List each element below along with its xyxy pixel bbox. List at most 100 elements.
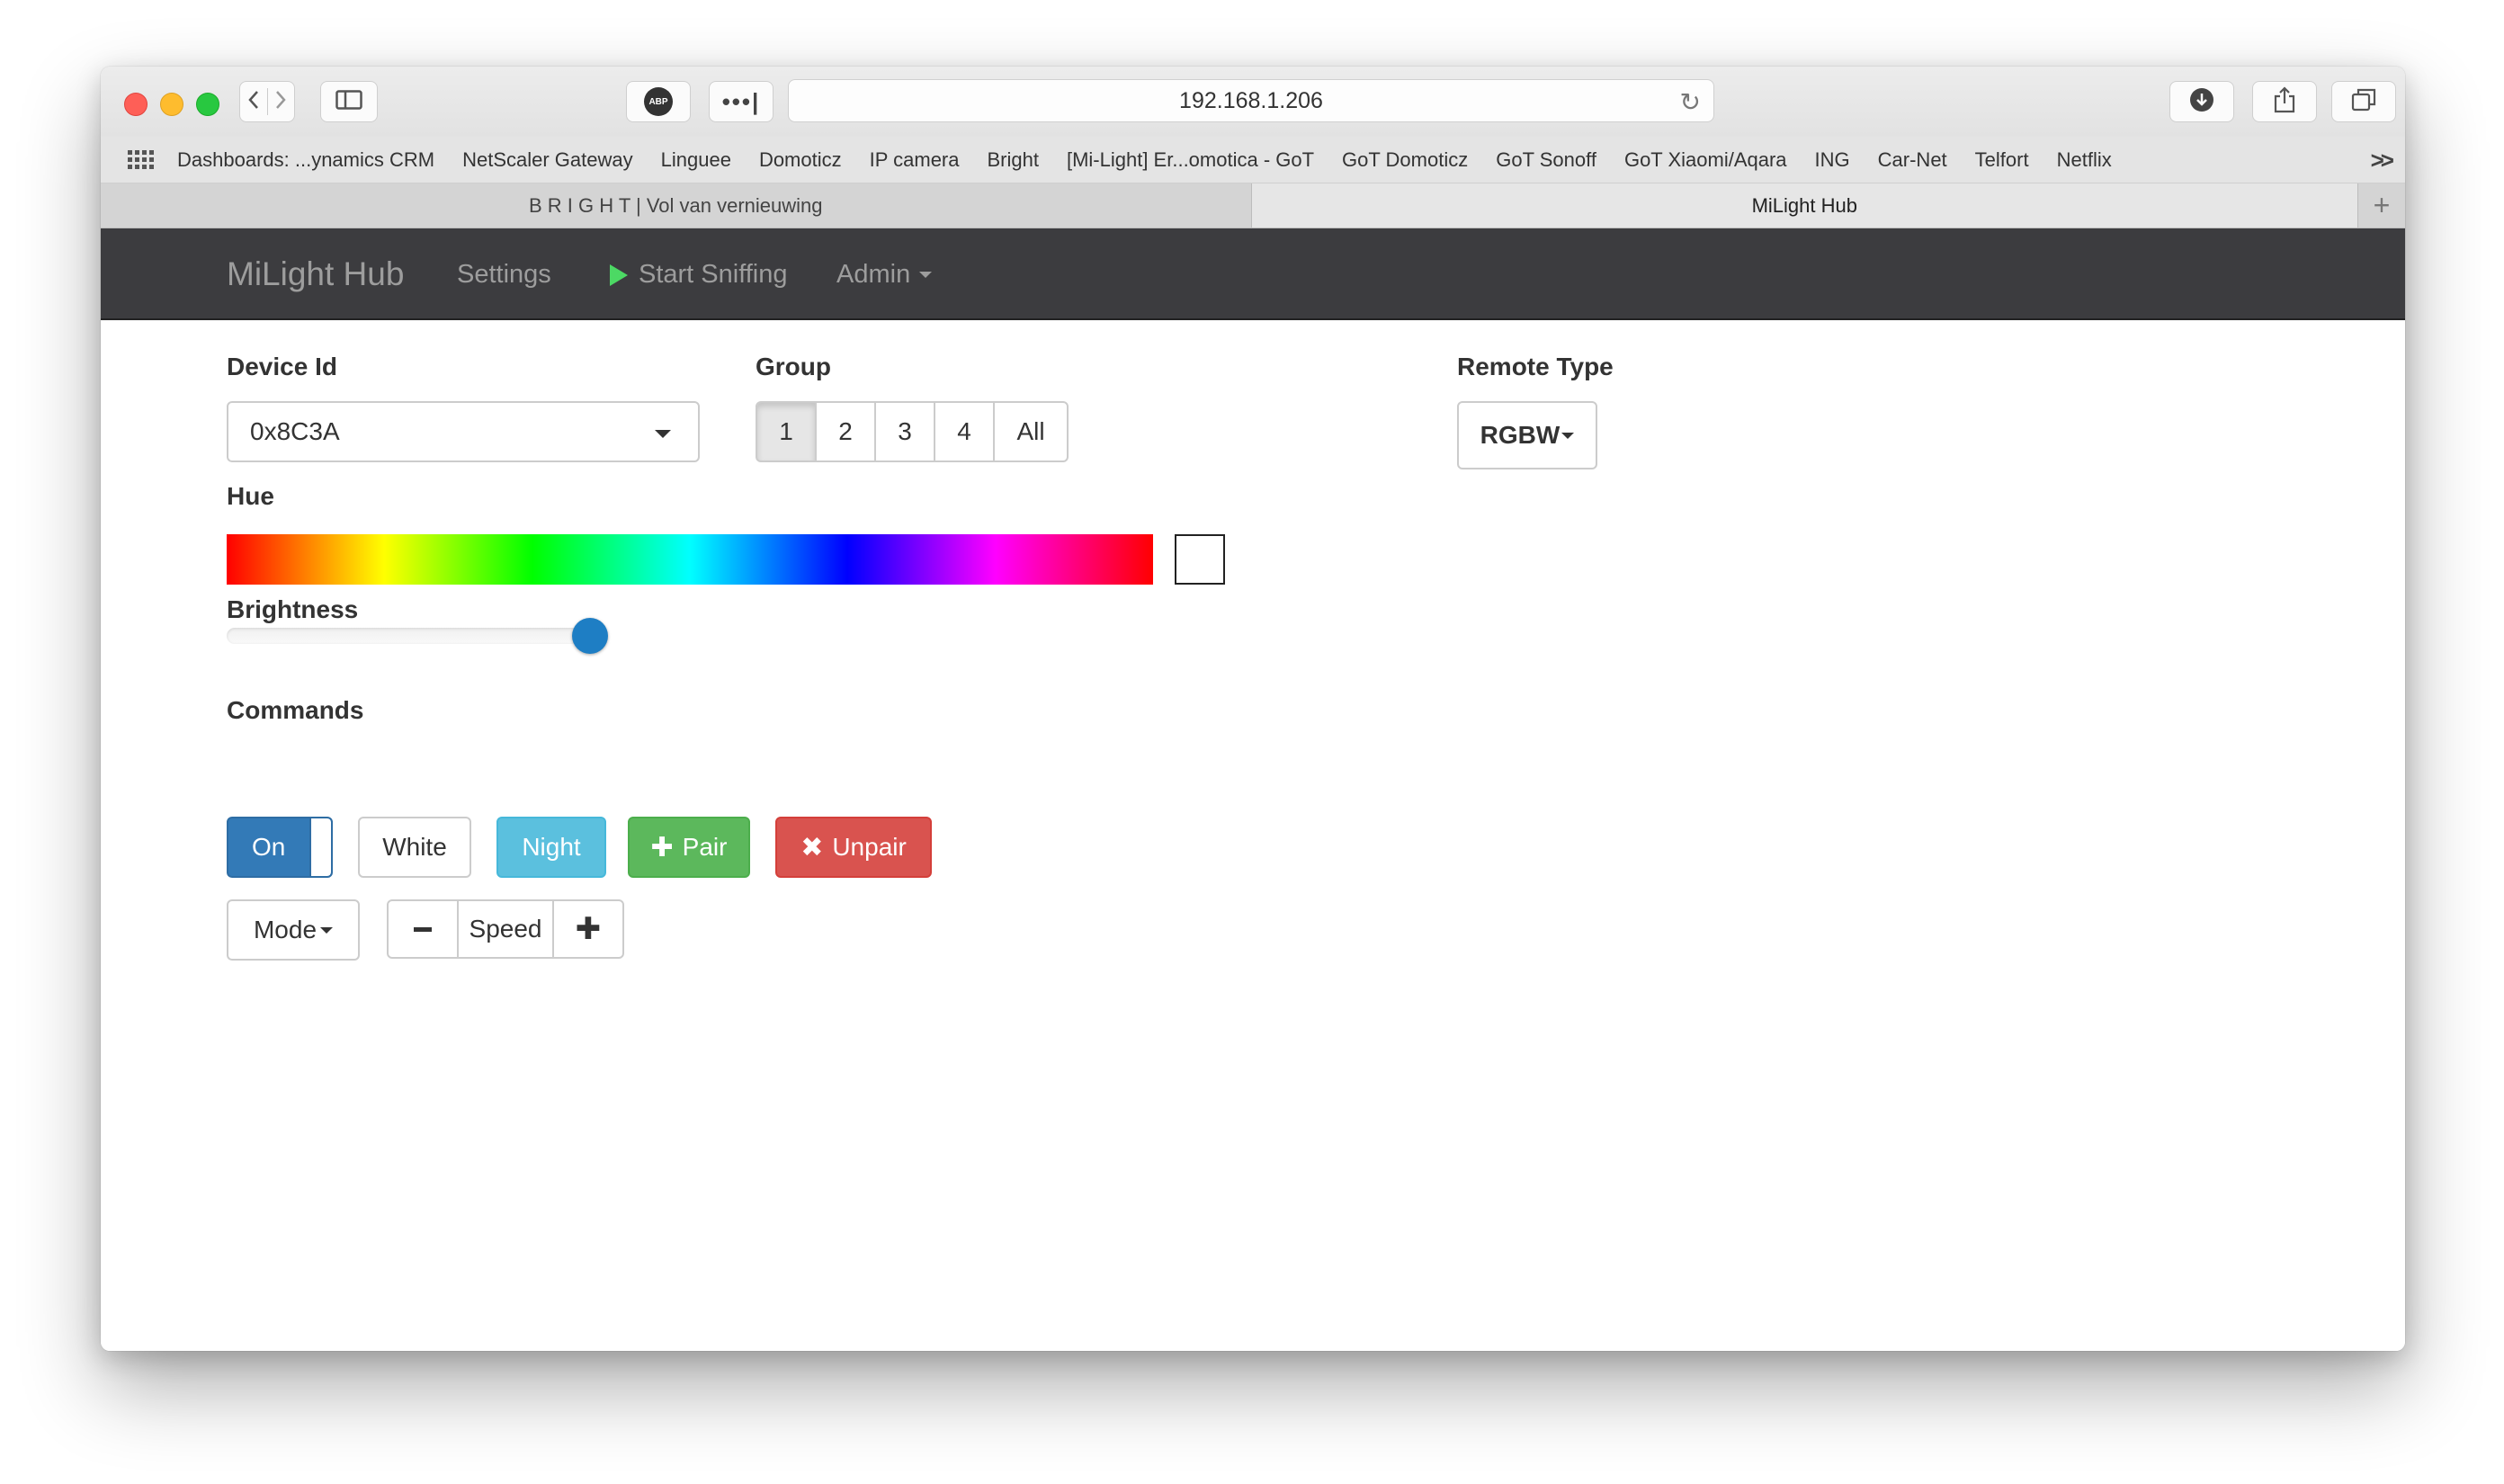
pair-button[interactable]: ✚ Pair <box>628 817 750 878</box>
brightness-slider[interactable] <box>227 618 608 654</box>
night-button[interactable]: Night <box>496 817 606 878</box>
admin-label: Admin <box>836 260 911 289</box>
extensions-button[interactable]: •••| <box>709 81 774 122</box>
white-label: White <box>382 833 447 861</box>
caret-down-icon <box>919 272 933 278</box>
remote-type-value: RGBW <box>1480 421 1561 449</box>
tab-milight-hub[interactable]: MiLight Hub <box>1251 183 2358 228</box>
pair-label: Pair <box>682 833 728 861</box>
unpair-label: Unpair <box>832 833 907 861</box>
share-button[interactable] <box>2252 81 2317 122</box>
bookmark-item[interactable]: Telfort <box>1975 148 2029 172</box>
bookmark-item[interactable]: Bright <box>987 148 1038 172</box>
remote-type-dropdown[interactable]: RGBW <box>1457 401 1597 469</box>
start-sniffing-link[interactable]: Start Sniffing <box>610 260 788 290</box>
speed-button-group: Speed ✚ <box>387 899 624 959</box>
speed-increase-button[interactable]: ✚ <box>552 899 624 959</box>
remote-type-label: Remote Type <box>1457 353 1614 380</box>
reload-icon[interactable]: ↻ <box>1680 87 1701 117</box>
more-icon: •••| <box>721 87 761 115</box>
commands-label: Commands <box>227 696 364 724</box>
tab-bright[interactable]: B R I G H T | Vol van vernieuwing <box>101 183 1252 228</box>
device-id-value: 0x8C3A <box>250 417 340 445</box>
bookmark-item[interactable]: [Mi-Light] Er...omotica - GoT <box>1067 148 1314 172</box>
bookmark-item[interactable]: ING <box>1815 148 1850 172</box>
minus-icon <box>414 926 432 932</box>
group-button-2[interactable]: 2 <box>815 401 876 462</box>
caret-down-icon <box>1561 432 1575 439</box>
bookmark-item[interactable]: GoT Sonoff <box>1496 148 1596 172</box>
apps-grid-icon[interactable] <box>128 150 154 169</box>
sidebar-icon <box>335 89 362 114</box>
browser-toolbar: ABP •••| 192.168.1.206 ↻ <box>101 67 2405 137</box>
bookmark-item[interactable]: GoT Xiaomi/Aqara <box>1624 148 1787 172</box>
bookmarks-bar: Dashboards: ...ynamics CRM NetScaler Gat… <box>101 137 2405 183</box>
tab-title: MiLight Hub <box>1751 193 1857 217</box>
unpair-button[interactable]: ✖ Unpair <box>775 817 932 878</box>
caret-down-icon <box>320 926 334 934</box>
mode-dropdown[interactable]: Mode <box>227 899 360 961</box>
brightness-label: Brightness <box>227 595 359 623</box>
group-button-all[interactable]: All <box>993 401 1069 462</box>
night-label: Night <box>522 833 581 861</box>
nav-settings-link[interactable]: Settings <box>457 260 551 290</box>
app-navbar: MiLight Hub Settings Start Sniffing Admi… <box>101 228 2405 320</box>
new-tab-icon[interactable]: + <box>2357 183 2405 228</box>
bookmark-item[interactable]: Netflix <box>2057 148 2112 172</box>
group-button-1[interactable]: 1 <box>756 401 817 462</box>
bookmark-item[interactable]: Dashboards: ...ynamics CRM <box>177 148 434 172</box>
group-button-4[interactable]: 4 <box>934 401 995 462</box>
hue-color-swatch <box>1175 534 1225 585</box>
bookmark-item[interactable]: NetScaler Gateway <box>462 148 633 172</box>
play-icon <box>610 264 628 286</box>
tab-title: B R I G H T | Vol van vernieuwing <box>529 193 823 217</box>
url-text: 192.168.1.206 <box>1179 87 1323 113</box>
hue-picker[interactable] <box>227 534 1153 585</box>
minimize-window-button[interactable] <box>160 93 183 116</box>
forward-icon[interactable] <box>268 90 295 114</box>
group-button-group: 1 2 3 4 All <box>756 401 1069 462</box>
group-label: Group <box>756 353 831 380</box>
bookmark-item[interactable]: GoT Domoticz <box>1342 148 1468 172</box>
on-label: On <box>252 833 286 861</box>
browser-window: ABP •••| 192.168.1.206 ↻ Dashboards: ...… <box>101 67 2405 1351</box>
toggle-knob <box>309 818 331 876</box>
start-sniffing-label: Start Sniffing <box>639 260 788 289</box>
bookmark-item[interactable]: Linguee <box>661 148 731 172</box>
brand-link[interactable]: MiLight Hub <box>227 255 404 293</box>
bookmark-item[interactable]: Domoticz <box>759 148 842 172</box>
speed-decrease-button[interactable] <box>387 899 459 959</box>
device-id-label: Device Id <box>227 353 337 380</box>
download-icon <box>2189 87 2214 117</box>
speed-label: Speed <box>457 899 554 959</box>
on-toggle[interactable]: On <box>227 817 333 878</box>
plus-icon: ✚ <box>650 832 674 863</box>
back-forward-group <box>239 81 295 122</box>
caret-down-icon <box>655 430 671 438</box>
more-bookmarks-icon[interactable]: >> <box>2371 147 2394 174</box>
adblock-button[interactable]: ABP <box>626 81 691 122</box>
share-icon <box>2273 85 2296 118</box>
main-content: Device Id 0x8C3A Group 1 2 3 4 All Remot… <box>101 320 2405 1351</box>
tabs-icon <box>2351 88 2376 116</box>
sidebar-toggle-button[interactable] <box>320 81 378 122</box>
device-id-select[interactable]: 0x8C3A <box>227 401 700 462</box>
tab-overview-button[interactable] <box>2331 81 2396 122</box>
tab-bar: B R I G H T | Vol van vernieuwing MiLigh… <box>101 183 2405 228</box>
mode-label: Mode <box>253 916 317 943</box>
remove-icon: ✖ <box>800 832 824 863</box>
white-button[interactable]: White <box>358 817 471 878</box>
bookmark-item[interactable]: Car-Net <box>1878 148 1947 172</box>
hue-label: Hue <box>227 482 274 510</box>
brightness-slider-handle[interactable] <box>572 618 608 654</box>
back-icon[interactable] <box>240 90 267 114</box>
address-bar[interactable]: 192.168.1.206 ↻ <box>788 79 1714 122</box>
downloads-button[interactable] <box>2169 81 2234 122</box>
admin-dropdown[interactable]: Admin <box>836 260 933 290</box>
adblock-icon: ABP <box>644 87 673 116</box>
close-window-button[interactable] <box>124 93 148 116</box>
zoom-window-button[interactable] <box>196 93 219 116</box>
bookmark-item[interactable]: IP camera <box>870 148 960 172</box>
group-button-3[interactable]: 3 <box>874 401 935 462</box>
plus-icon: ✚ <box>575 912 602 946</box>
